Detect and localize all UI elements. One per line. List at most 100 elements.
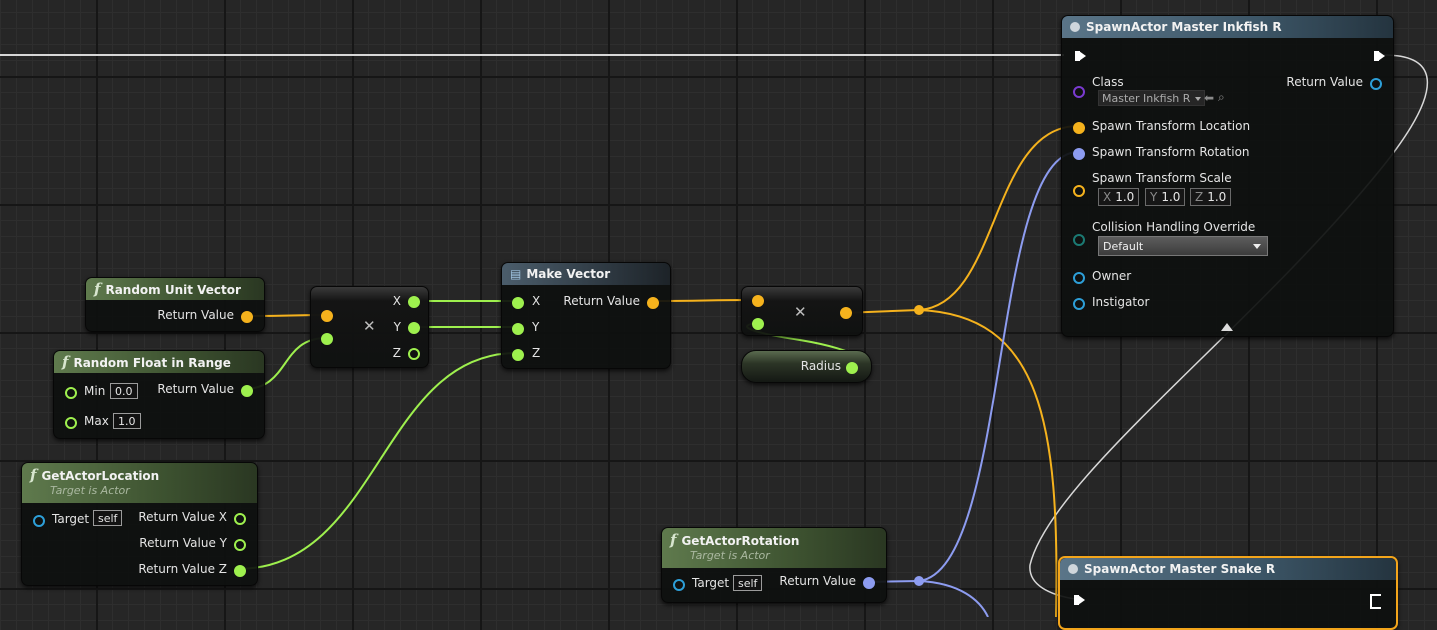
node-header: f GetActorLocation Target is Actor <box>22 463 257 503</box>
reroute-rotator <box>914 576 924 586</box>
return-value-pin[interactable] <box>241 311 253 323</box>
scale-z-input[interactable]: Z 1.0 <box>1190 188 1232 206</box>
node-random-float-in-range[interactable]: f Random Float in Range Min 0.0 Max 1.0 R… <box>53 350 265 439</box>
y-label: Y <box>532 320 540 334</box>
scale-y-value: 1.0 <box>1161 190 1181 204</box>
node-get-actor-location[interactable]: f GetActorLocation Target is Actor Target… <box>21 462 258 586</box>
input-a-pin[interactable] <box>321 310 333 322</box>
node-header: f GetActorRotation Target is Actor <box>662 528 886 568</box>
x-out-pin[interactable] <box>408 296 420 308</box>
x-label: X <box>392 294 401 308</box>
return-value-label: Return Value <box>1286 75 1363 89</box>
z-in-pin[interactable] <box>512 349 524 361</box>
node-header: f Random Float in Range <box>54 351 264 373</box>
reroute-vector <box>914 305 924 315</box>
exec-out-pin[interactable] <box>1370 594 1381 609</box>
z-label: Z <box>392 346 401 360</box>
input-b-pin[interactable] <box>321 333 333 345</box>
collision-value: Default <box>1103 240 1144 253</box>
target-pin[interactable] <box>673 579 685 591</box>
collision-pin[interactable] <box>1073 234 1085 246</box>
output-pin[interactable] <box>840 307 852 319</box>
return-z-pin[interactable] <box>234 565 246 577</box>
exec-out-pin[interactable] <box>1374 51 1385 61</box>
node-header: ▤ Make Vector <box>502 263 670 285</box>
owner-pin[interactable] <box>1073 272 1085 284</box>
spawn-icon <box>1070 22 1080 32</box>
exec-in-pin[interactable] <box>1074 595 1085 605</box>
node-get-actor-rotation[interactable]: f GetActorRotation Target is Actor Target… <box>661 527 887 603</box>
node-random-unit-vector[interactable]: f Random Unit Vector Return Value <box>85 277 265 332</box>
class-select[interactable]: Master Inkfish R <box>1098 90 1206 106</box>
y-out-pin[interactable] <box>408 322 420 334</box>
return-y-pin[interactable] <box>234 539 246 551</box>
class-label: Class <box>1092 75 1124 89</box>
vector-wire-loc <box>918 125 1079 311</box>
z-out-pin[interactable] <box>408 348 420 360</box>
browse-search-icon[interactable]: ⌕ <box>1218 90 1225 105</box>
input-a-pin[interactable] <box>752 295 764 307</box>
rotator-wire-down <box>918 580 989 617</box>
node-header: SpawnActor Master Snake R <box>1060 558 1396 580</box>
owner-label: Owner <box>1092 269 1132 283</box>
return-value-pin[interactable] <box>241 385 253 397</box>
node-spawn-actor-inkfish[interactable]: SpawnActor Master Inkfish R Class Master… <box>1061 15 1394 337</box>
collision-label: Collision Handling Override <box>1092 220 1256 234</box>
class-value: Master Inkfish R <box>1102 92 1191 105</box>
collapse-advanced-icon[interactable] <box>1221 323 1233 331</box>
return-x-label: Return Value X <box>138 510 227 524</box>
node-make-vector[interactable]: ▤ Make Vector X Y Z Return Value <box>501 262 671 369</box>
chevron-down-icon <box>1253 244 1261 249</box>
location-label: Spawn Transform Location <box>1092 119 1251 133</box>
z-label: Z <box>532 346 541 360</box>
node-title: GetActorRotation <box>681 534 800 548</box>
rotation-pin[interactable] <box>1073 148 1085 160</box>
node-subtitle: Target is Actor <box>50 484 130 497</box>
target-self-box[interactable]: self <box>733 575 763 591</box>
return-z-label: Return Value Z <box>138 562 227 576</box>
class-pin[interactable] <box>1073 86 1085 98</box>
y-in-pin[interactable] <box>512 323 524 335</box>
max-pin[interactable] <box>65 417 77 429</box>
min-label: Min <box>84 384 106 398</box>
instigator-pin[interactable] <box>1073 298 1085 310</box>
scale-y-input[interactable]: Y 1.0 <box>1145 188 1186 206</box>
function-icon: f <box>30 466 37 484</box>
node-multiply-split[interactable]: ✕ X Y Z <box>310 286 429 368</box>
node-spawn-actor-snake[interactable]: SpawnActor Master Snake R <box>1058 556 1398 630</box>
target-pin[interactable] <box>33 515 45 527</box>
float-wire-z <box>236 352 518 570</box>
chevron-down-icon <box>1195 97 1202 101</box>
use-selected-arrow-icon[interactable]: ⬅ <box>1204 91 1214 105</box>
max-input[interactable]: 1.0 <box>113 413 141 429</box>
function-icon: f <box>94 280 101 298</box>
target-self-box[interactable]: self <box>93 510 123 526</box>
return-value-pin[interactable] <box>647 297 659 309</box>
return-value-pin[interactable] <box>863 577 875 589</box>
target-label: Target <box>52 512 90 526</box>
scale-x-value: 1.0 <box>1115 190 1135 204</box>
multiply-icon: ✕ <box>363 317 376 335</box>
radius-pin[interactable] <box>846 362 858 374</box>
spawn-icon <box>1068 564 1078 574</box>
node-header: f Random Unit Vector <box>86 278 264 300</box>
location-pin[interactable] <box>1073 122 1085 134</box>
node-radius-variable[interactable]: Radius <box>741 350 872 383</box>
target-label: Target <box>692 576 730 590</box>
input-b-pin[interactable] <box>752 318 764 330</box>
scale-z-axis: Z <box>1195 190 1204 204</box>
node-title: SpawnActor Master Inkfish R <box>1086 20 1282 34</box>
min-input[interactable]: 0.0 <box>110 383 138 399</box>
scale-pin[interactable] <box>1073 185 1085 197</box>
return-value-pin[interactable] <box>1370 78 1382 90</box>
x-in-pin[interactable] <box>512 297 524 309</box>
exec-in-pin[interactable] <box>1075 51 1086 61</box>
return-y-label: Return Value Y <box>139 536 227 550</box>
min-pin[interactable] <box>65 387 77 399</box>
scale-x-input[interactable]: X 1.0 <box>1098 188 1140 206</box>
node-multiply[interactable]: ✕ <box>741 286 863 336</box>
return-x-pin[interactable] <box>234 513 246 525</box>
scale-z-value: 1.0 <box>1207 190 1227 204</box>
radius-label: Radius <box>800 359 841 373</box>
collision-dropdown[interactable]: Default <box>1098 236 1268 256</box>
